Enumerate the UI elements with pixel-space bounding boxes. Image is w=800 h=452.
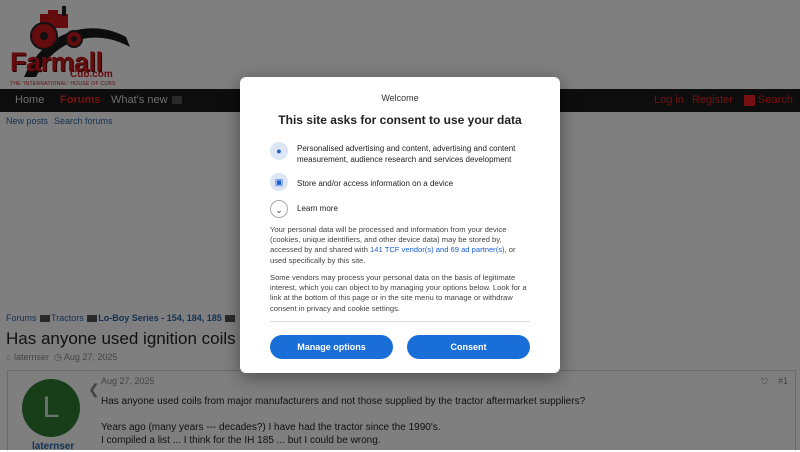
consent-paragraph-1: Your personal data will be processed and… xyxy=(270,225,532,266)
dialog-title: This site asks for consent to use your d… xyxy=(278,113,522,127)
vendors-link[interactable]: 141 TCF vendor(s) and 69 ad partner(s) xyxy=(370,245,505,254)
person-icon: ● xyxy=(270,142,288,160)
device-icon: ▣ xyxy=(270,173,288,191)
dialog-divider xyxy=(270,321,530,322)
chevron-down-icon[interactable]: ⌄ xyxy=(270,200,288,218)
purpose-text: Personalised advertising and content, ad… xyxy=(297,144,516,164)
consent-paragraph-2: Some vendors may process your personal d… xyxy=(270,273,527,313)
consent-button[interactable]: Consent xyxy=(407,335,530,359)
manage-options-button[interactable]: Manage options xyxy=(270,335,393,359)
consent-dialog: Welcome This site asks for consent to us… xyxy=(240,77,560,373)
dialog-welcome: Welcome xyxy=(381,93,419,103)
learn-more-label[interactable]: Learn more xyxy=(297,204,338,213)
purpose-text: Store and/or access information on a dev… xyxy=(297,179,454,188)
